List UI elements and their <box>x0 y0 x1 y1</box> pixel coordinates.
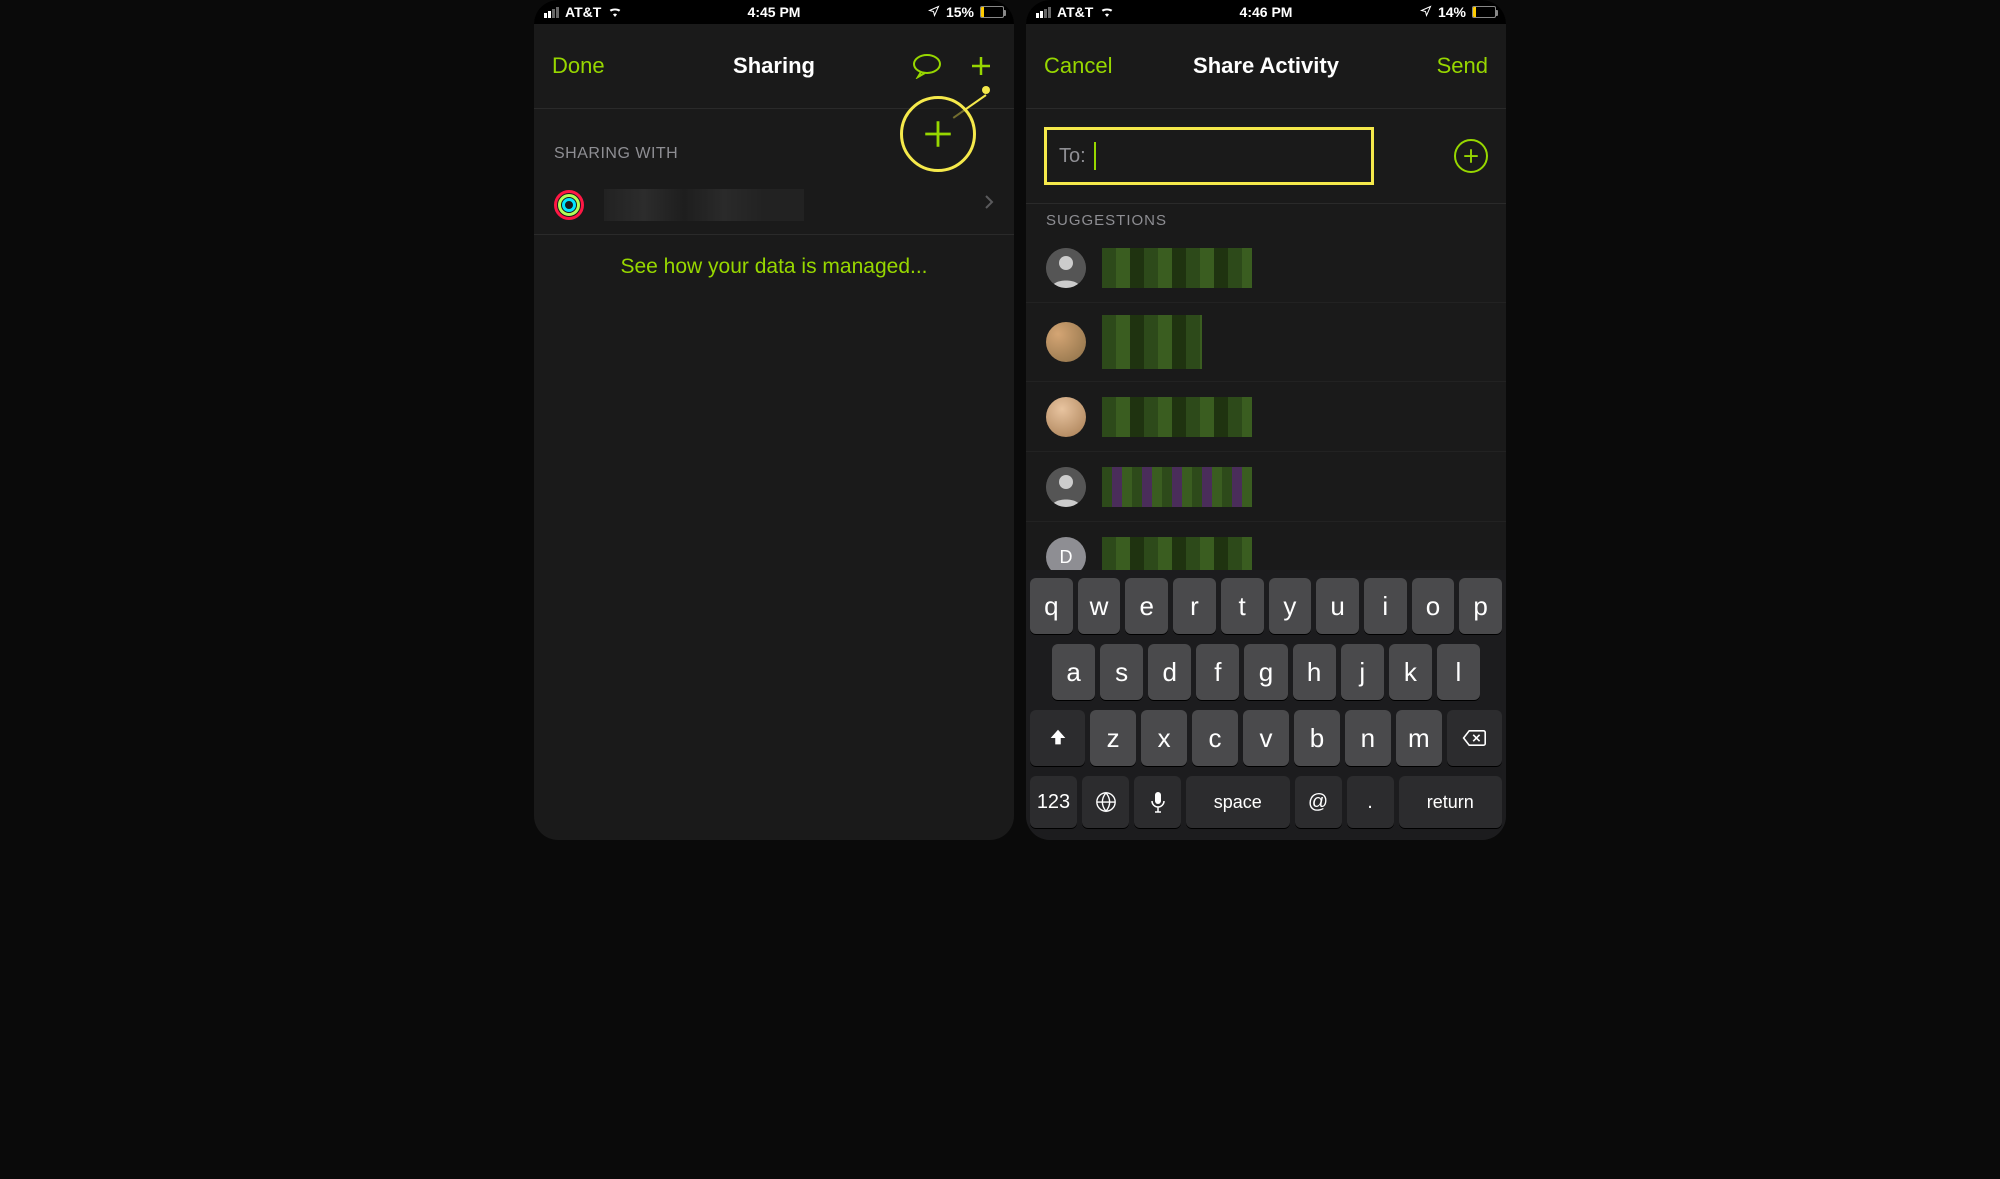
location-icon <box>928 4 940 20</box>
shared-contact-row[interactable] <box>534 175 1014 235</box>
navbar: Cancel Share Activity Send <box>1026 24 1506 109</box>
key-w[interactable]: w <box>1078 578 1121 634</box>
signal-icon <box>544 7 559 18</box>
suggestion-row[interactable] <box>1026 382 1506 452</box>
activity-rings-icon <box>554 190 584 220</box>
key-m[interactable]: m <box>1396 710 1442 766</box>
key-j[interactable]: j <box>1341 644 1384 700</box>
contact-name-redacted <box>1102 248 1252 288</box>
key-return[interactable]: return <box>1399 776 1502 828</box>
key-a[interactable]: a <box>1052 644 1095 700</box>
key-e[interactable]: e <box>1125 578 1168 634</box>
contact-name-redacted <box>604 189 804 221</box>
key-space[interactable]: space <box>1186 776 1289 828</box>
key-dot[interactable]: . <box>1347 776 1394 828</box>
key-k[interactable]: k <box>1389 644 1432 700</box>
key-p[interactable]: p <box>1459 578 1502 634</box>
to-field-row: To: <box>1026 109 1506 204</box>
key-u[interactable]: u <box>1316 578 1359 634</box>
add-button[interactable] <box>966 51 996 81</box>
text-cursor <box>1094 142 1096 170</box>
clock: 4:45 PM <box>748 4 801 20</box>
key-t[interactable]: t <box>1221 578 1264 634</box>
battery-pct: 15% <box>946 4 974 20</box>
key-h[interactable]: h <box>1293 644 1336 700</box>
key-c[interactable]: c <box>1192 710 1238 766</box>
wifi-icon <box>1099 4 1115 20</box>
send-button[interactable]: Send <box>1437 53 1488 79</box>
key-delete[interactable] <box>1447 710 1502 766</box>
contact-name-redacted <box>1102 397 1252 437</box>
key-g[interactable]: g <box>1244 644 1287 700</box>
to-input[interactable]: To: <box>1044 127 1374 185</box>
location-icon <box>1420 4 1432 20</box>
suggestion-row[interactable] <box>1026 452 1506 522</box>
page-title: Share Activity <box>1193 53 1339 79</box>
signal-icon <box>1036 7 1051 18</box>
screenshots-container: AT&T 4:45 PM 15% Done Sharing <box>534 0 1506 840</box>
add-contact-button[interactable] <box>1454 139 1488 173</box>
key-b[interactable]: b <box>1294 710 1340 766</box>
contact-name-redacted <box>1102 467 1252 507</box>
status-bar: AT&T 4:45 PM 15% <box>534 0 1014 24</box>
avatar-silhouette <box>1046 248 1086 288</box>
clock: 4:46 PM <box>1240 4 1293 20</box>
key-globe[interactable] <box>1082 776 1129 828</box>
callout-dot <box>982 86 990 94</box>
status-bar: AT&T 4:46 PM 14% <box>1026 0 1506 24</box>
avatar-photo <box>1046 322 1086 362</box>
cancel-button[interactable]: Cancel <box>1044 53 1112 79</box>
contact-name-redacted <box>1102 315 1202 369</box>
key-i[interactable]: i <box>1364 578 1407 634</box>
key-z[interactable]: z <box>1090 710 1136 766</box>
key-d[interactable]: d <box>1148 644 1191 700</box>
to-label: To: <box>1059 145 1086 168</box>
key-l[interactable]: l <box>1437 644 1480 700</box>
key-n[interactable]: n <box>1345 710 1391 766</box>
key-123[interactable]: 123 <box>1030 776 1077 828</box>
key-s[interactable]: s <box>1100 644 1143 700</box>
kb-row-3: z x c v b n m <box>1030 710 1502 766</box>
avatar-silhouette <box>1046 467 1086 507</box>
done-button[interactable]: Done <box>552 53 605 79</box>
suggestion-row[interactable] <box>1026 233 1506 303</box>
key-v[interactable]: v <box>1243 710 1289 766</box>
key-dictation[interactable] <box>1134 776 1181 828</box>
section-header-suggestions: SUGGESTIONS <box>1026 204 1506 233</box>
page-title: Sharing <box>733 53 815 79</box>
key-at[interactable]: @ <box>1295 776 1342 828</box>
key-o[interactable]: o <box>1412 578 1455 634</box>
carrier-label: AT&T <box>565 4 601 20</box>
wifi-icon <box>607 4 623 20</box>
battery-icon <box>980 6 1004 18</box>
messages-icon[interactable] <box>912 51 942 81</box>
battery-icon <box>1472 6 1496 18</box>
suggestion-row[interactable] <box>1026 303 1506 382</box>
data-managed-link[interactable]: See how your data is managed... <box>534 235 1014 299</box>
key-q[interactable]: q <box>1030 578 1073 634</box>
keyboard: q w e r t y u i o p a s d f g h j k l <box>1026 570 1506 840</box>
callout-circle <box>900 96 976 172</box>
key-r[interactable]: r <box>1173 578 1216 634</box>
kb-row-4: 123 space @ . return <box>1030 776 1502 828</box>
phone-1-sharing: AT&T 4:45 PM 15% Done Sharing <box>534 0 1014 840</box>
battery-pct: 14% <box>1438 4 1466 20</box>
key-x[interactable]: x <box>1141 710 1187 766</box>
key-shift[interactable] <box>1030 710 1085 766</box>
key-f[interactable]: f <box>1196 644 1239 700</box>
key-y[interactable]: y <box>1269 578 1312 634</box>
kb-row-1: q w e r t y u i o p <box>1030 578 1502 634</box>
avatar-photo <box>1046 397 1086 437</box>
chevron-right-icon <box>984 194 994 215</box>
carrier-label: AT&T <box>1057 4 1093 20</box>
phone-2-share-activity: AT&T 4:46 PM 14% Cancel Share Activity S… <box>1026 0 1506 840</box>
kb-row-2: a s d f g h j k l <box>1030 644 1502 700</box>
